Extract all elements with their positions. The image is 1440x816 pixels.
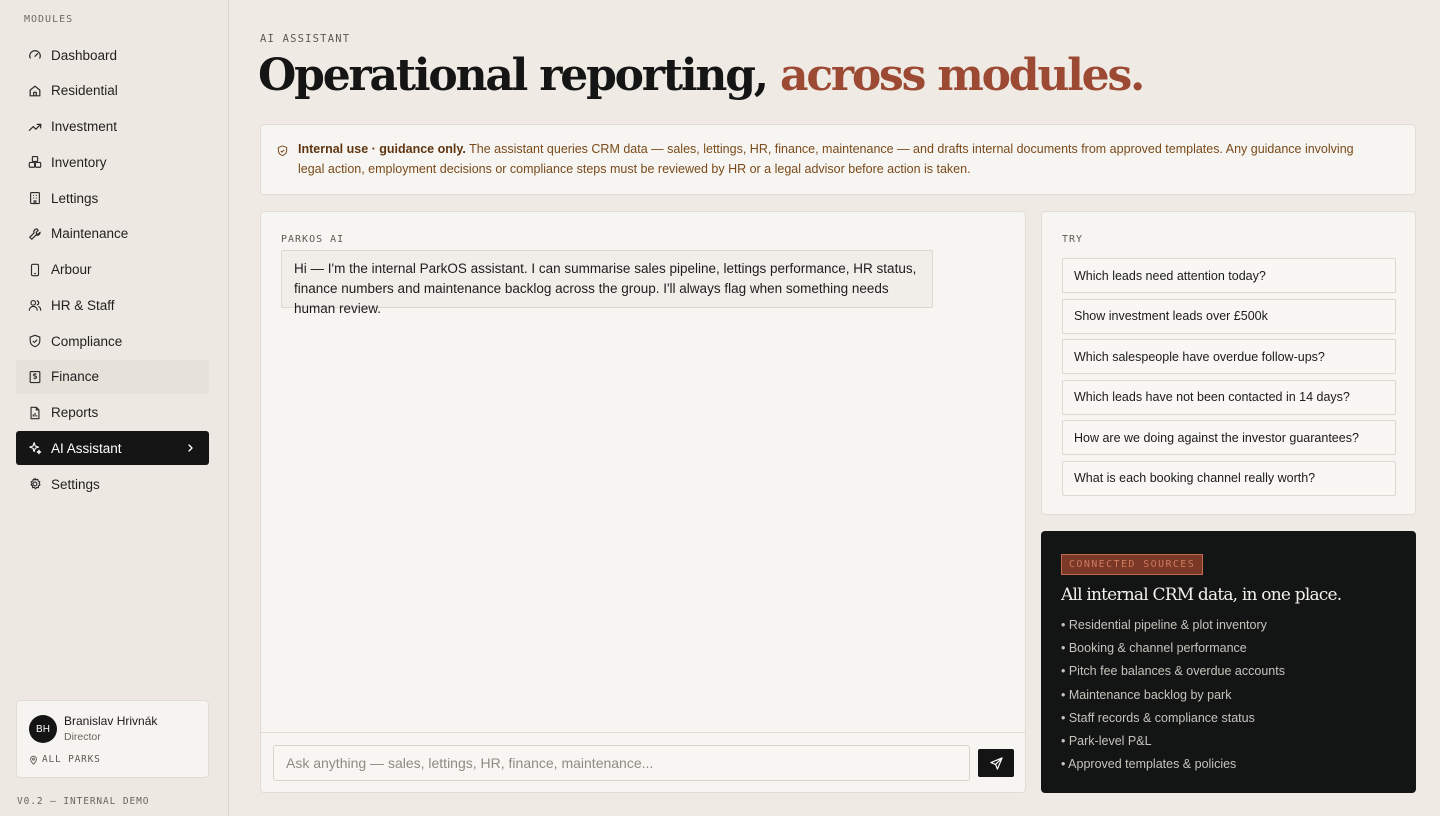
notice-bold: Internal use · guidance only. — [298, 142, 466, 156]
page-title-main: Operational reporting, — [258, 50, 769, 101]
sidebar-item-residential[interactable]: Residential — [16, 74, 209, 108]
wrench-icon — [28, 227, 42, 241]
sidebar-item-dashboard[interactable]: Dashboard — [16, 38, 209, 72]
users-icon — [28, 298, 42, 312]
suggestions-panel: TRY Which leads need attention today? Sh… — [1041, 211, 1416, 515]
sidebar-item-ai-assistant[interactable]: AI Assistant — [16, 431, 209, 466]
sidebar-item-reports[interactable]: Reports — [16, 396, 209, 430]
suggestions-list: Which leads need attention today? Show i… — [1062, 258, 1396, 502]
sparkles-icon — [28, 441, 42, 455]
sidebar-item-label: Dashboard — [51, 47, 118, 63]
list-item: • Pitch fee balances & overdue accounts — [1061, 664, 1285, 679]
sidebar-item-label: HR & Staff — [51, 297, 115, 313]
shield-check-icon — [28, 334, 42, 348]
assistant-message: Hi — I'm the internal ParkOS assistant. … — [281, 250, 933, 316]
sidebar-item-arbour[interactable]: Arbour — [16, 253, 209, 287]
sidebar-item-label: Settings — [51, 476, 100, 492]
file-chart-icon — [28, 406, 42, 420]
gear-icon — [28, 477, 42, 491]
chat-input[interactable] — [273, 745, 970, 781]
boxes-icon — [28, 155, 42, 169]
user-role: Director — [64, 731, 101, 743]
sidebar-item-compliance[interactable]: Compliance — [16, 324, 209, 358]
sidebar-item-finance[interactable]: Finance — [16, 359, 209, 394]
list-item: • Approved templates & policies — [1061, 757, 1237, 772]
chevron-right-icon — [185, 442, 195, 454]
suggestion-button[interactable]: What is each booking channel really wort… — [1062, 460, 1396, 496]
receipt-icon — [28, 370, 42, 384]
send-icon — [989, 756, 1003, 770]
version-label: V0.2 — INTERNAL DEMO — [17, 796, 150, 807]
sidebar-item-label: Investment — [51, 119, 118, 134]
list-item: • Park-level P&L — [1061, 734, 1152, 749]
sidebar-item-lettings[interactable]: Lettings — [16, 181, 209, 215]
sidebar-item-label: Finance — [51, 369, 100, 385]
user-card[interactable]: BH Branislav Hrivnák Director ALL PARKS — [16, 700, 209, 778]
sidebar-heading: MODULES — [24, 14, 74, 25]
sidebar: MODULES Dashboard Residential Investment… — [0, 0, 229, 816]
sidebar-item-maintenance[interactable]: Maintenance — [16, 217, 209, 251]
divider — [261, 732, 1025, 733]
sidebar-nav: Dashboard Residential Investment Invento… — [16, 38, 209, 503]
sidebar-item-label: Inventory — [51, 154, 107, 170]
sidebar-item-investment[interactable]: Investment — [16, 110, 209, 144]
list-item: • Maintenance backlog by park — [1061, 687, 1232, 702]
sidebar-item-label: Arbour — [51, 262, 92, 277]
sources-badge: CONNECTED SOURCES — [1061, 554, 1204, 575]
suggestion-button[interactable]: Which salespeople have overdue follow-up… — [1062, 339, 1396, 375]
park-scope: ALL PARKS — [29, 754, 101, 765]
home-icon — [28, 84, 42, 98]
guidance-notice: Internal use · guidance only. The assist… — [260, 124, 1416, 195]
gauge-icon — [28, 48, 42, 62]
suggestion-button[interactable]: How are we doing against the investor gu… — [1062, 420, 1396, 456]
sidebar-item-settings[interactable]: Settings — [16, 467, 209, 501]
list-item: • Residential pipeline & plot inventory — [1061, 618, 1267, 632]
sources-title: All internal CRM data, in one place. — [1061, 585, 1342, 605]
sidebar-item-inventory[interactable]: Inventory — [16, 145, 209, 179]
page-eyebrow: AI ASSISTANT — [260, 33, 351, 45]
phone-icon — [28, 263, 42, 277]
page-title: Operational reporting, across modules. — [258, 50, 1145, 101]
shield-check-icon — [277, 145, 288, 157]
map-pin-icon — [30, 755, 37, 765]
chat-panel: PARKOS AI Hi — I'm the internal ParkOS a… — [260, 211, 1026, 793]
sidebar-item-label: Compliance — [51, 333, 123, 349]
chat-sender-label: PARKOS AI — [281, 234, 345, 245]
sidebar-item-label: Maintenance — [51, 226, 129, 242]
sidebar-item-label: Lettings — [51, 190, 99, 206]
sources-list: • Residential pipeline & plot inventory … — [1061, 614, 1285, 776]
sidebar-item-hr-staff[interactable]: HR & Staff — [16, 288, 209, 322]
suggestions-label: TRY — [1062, 234, 1084, 245]
notice-text: Internal use · guidance only. The assist… — [298, 140, 1378, 179]
sidebar-item-label: AI Assistant — [51, 440, 122, 456]
suggestion-button[interactable]: Show investment leads over £500k — [1062, 298, 1396, 334]
trending-up-icon — [28, 120, 42, 134]
sidebar-item-label: Residential — [51, 83, 118, 99]
park-scope-label: ALL PARKS — [42, 754, 101, 765]
user-name: Branislav Hrivnák — [64, 714, 158, 728]
suggestion-button[interactable]: Which leads have not been contacted in 1… — [1062, 379, 1396, 415]
list-item: • Staff records & compliance status — [1061, 710, 1255, 725]
send-button[interactable] — [978, 749, 1014, 777]
connected-sources-card: CONNECTED SOURCES All internal CRM data,… — [1041, 531, 1416, 793]
avatar: BH — [29, 715, 57, 743]
list-item: • Booking & channel performance — [1061, 641, 1247, 656]
suggestion-button[interactable]: Which leads need attention today? — [1062, 258, 1396, 293]
building-icon — [28, 191, 42, 205]
page-title-accent: across modules. — [780, 50, 1145, 101]
sidebar-item-label: Reports — [51, 405, 99, 420]
